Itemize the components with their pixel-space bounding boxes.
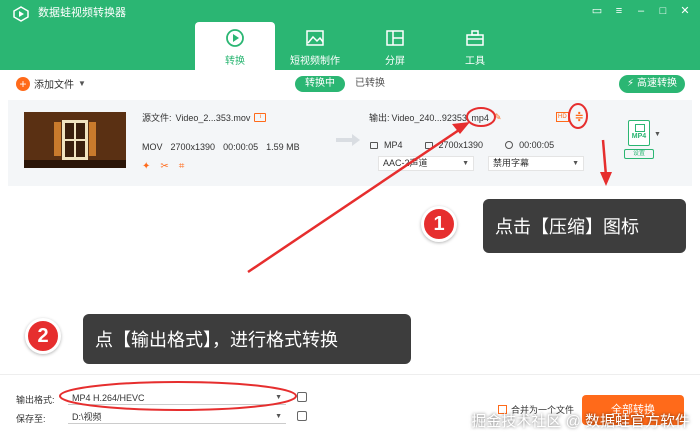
source-meta: MOV 2700x1390 00:00:05 1.59 MB	[142, 142, 300, 152]
app-logo-icon	[13, 6, 29, 22]
output-actions: HD ≑	[556, 110, 584, 123]
clock-icon	[505, 141, 514, 149]
tab-short-video[interactable]: 短视频制作	[275, 22, 355, 70]
tab-label: 分屏	[385, 56, 405, 67]
subtitle-select[interactable]: 禁用字幕 ▼	[488, 156, 584, 171]
format-settings-button[interactable]: 设置	[624, 149, 654, 159]
app-title: 数据蛙视频转换器	[38, 7, 126, 19]
output-duration: 00:00:05	[519, 140, 555, 150]
annotation-badge-2: 2	[25, 318, 61, 354]
source-label: 源文件:	[142, 113, 172, 123]
chevron-down-icon: ▼	[275, 413, 282, 420]
output-format-value: MP4 H.264/HEVC	[72, 393, 145, 403]
watermark: 掘金技术社区 @ 数据蛙官方软件	[471, 413, 690, 430]
audio-value: AAC-2声道	[383, 158, 428, 168]
chevron-down-icon: ▼	[275, 394, 282, 401]
audio-select[interactable]: AAC-2声道 ▼	[378, 156, 474, 171]
main-panel: + 添加文件 ▼ 转换中 已转换 ⚡ 高速转换 源文件: Video_2...3…	[0, 70, 700, 443]
compress-icon[interactable]: ≑	[575, 110, 584, 123]
annotation-callout-1: 点击【压缩】图标	[483, 199, 686, 253]
source-resolution: 2700x1390	[170, 142, 216, 152]
toolbox-icon	[466, 30, 484, 46]
source-file: 源文件: Video_2...353.mov i	[142, 111, 267, 124]
close-icon[interactable]: ✕	[678, 4, 692, 18]
title-bar: 数据蛙视频转换器 ▭ ≡ – □ ✕ 转换 短视频制作 分屏 工具	[0, 0, 700, 70]
chevron-down-icon: ▼	[462, 160, 469, 167]
output-format: MP4	[384, 140, 403, 150]
lightning-icon: ⚡	[626, 78, 634, 89]
tab-label: 转换	[225, 56, 245, 67]
add-file-label: 添加文件	[34, 80, 74, 91]
output-label: 输出:	[369, 113, 390, 123]
chevron-down-icon: ▼	[572, 160, 579, 167]
save-path-select[interactable]: D:\视频 ▼	[68, 410, 286, 424]
output-format-item: MP4	[370, 140, 403, 150]
tab-converting[interactable]: 转换中	[295, 76, 345, 92]
tab-convert[interactable]: 转换	[195, 22, 275, 70]
convert-icon	[226, 29, 244, 47]
window-controls: ▭ ≡ – □ ✕	[590, 4, 692, 18]
tab-converted[interactable]: 已转换	[345, 76, 395, 92]
output-duration-item: 00:00:05	[505, 140, 554, 150]
scissors-icon[interactable]: ✂	[160, 161, 168, 172]
magic-wand-icon[interactable]: ✦	[142, 161, 150, 172]
output-extension: mp4	[471, 112, 489, 123]
output-selects: AAC-2声道 ▼ 禁用字幕 ▼	[378, 156, 584, 171]
output-filename: Video_240...92353.	[391, 112, 470, 123]
chat-icon[interactable]: ▭	[590, 4, 604, 18]
annotation-callout-2: 点【输出格式】，进行格式转换	[83, 314, 411, 364]
chevron-down-icon[interactable]: ▼	[654, 131, 661, 138]
split-screen-icon	[386, 30, 404, 46]
tab-tools[interactable]: 工具	[435, 22, 515, 70]
output-format-label: 输出格式:	[16, 395, 55, 405]
fast-convert-label: 高速转换	[637, 78, 677, 89]
edit-tools: ✦ ✂ ⌗	[142, 161, 184, 172]
annotation-badge-1: 1	[421, 206, 457, 242]
folder-icon[interactable]	[297, 411, 307, 421]
crop-icon[interactable]: ⌗	[179, 161, 185, 172]
mp4-format-icon: MP4	[628, 120, 650, 146]
fast-convert-button[interactable]: ⚡ 高速转换	[618, 75, 685, 93]
conversion-status-toggle: 转换中 已转换	[295, 76, 395, 92]
menu-icon[interactable]: ≡	[612, 4, 626, 18]
output-format-select[interactable]: MP4 H.264/HEVC ▼	[68, 391, 286, 405]
output-resolution: 2700x1390	[438, 140, 484, 150]
tab-label: 短视频制作	[290, 56, 340, 67]
minimize-icon[interactable]: –	[634, 4, 648, 18]
save-path-value: D:\视频	[72, 412, 102, 422]
film-icon	[370, 141, 378, 149]
subtitle-value: 禁用字幕	[493, 158, 530, 168]
main-tabs: 转换 短视频制作 分屏 工具	[195, 22, 515, 70]
output-format-picker[interactable]: MP4 设置	[624, 120, 654, 164]
file-row[interactable]: 源文件: Video_2...353.mov i MOV 2700x1390 0…	[8, 100, 692, 186]
pencil-icon[interactable]: ✎	[494, 112, 502, 123]
save-to-label: 保存至:	[16, 414, 46, 424]
format-settings-icon[interactable]	[297, 392, 307, 402]
output-file: 输出: Video_240...92353. mp4 ✎	[369, 111, 501, 124]
arrow-right-icon	[336, 134, 360, 146]
source-duration: 00:00:05	[223, 142, 259, 152]
source-size: 1.59 MB	[266, 142, 300, 152]
resolution-icon	[424, 141, 433, 149]
bottom-bar: 输出格式: MP4 H.264/HEVC ▼ 保存至: D:\视频 ▼ 合并为一…	[0, 374, 700, 443]
output-meta: MP4 2700x1390 00:00:05	[370, 140, 554, 150]
source-format: MOV	[142, 142, 163, 152]
tab-split-screen[interactable]: 分屏	[355, 22, 435, 70]
image-icon	[306, 30, 324, 46]
source-filename: Video_2...353.mov	[175, 112, 251, 123]
hd-icon[interactable]: HD	[556, 111, 569, 122]
info-icon[interactable]: i	[254, 113, 267, 122]
maximize-icon[interactable]: □	[656, 4, 670, 18]
chevron-down-icon[interactable]: ▼	[78, 79, 86, 88]
plus-icon: +	[16, 76, 30, 91]
add-file-button[interactable]: + 添加文件 ▼	[16, 76, 86, 91]
annotation-text: 点击【压缩】图标	[495, 217, 639, 237]
video-thumbnail[interactable]	[24, 112, 126, 168]
annotation-text: 点【输出格式】，进行格式转换	[95, 330, 338, 350]
output-resolution-item: 2700x1390	[424, 140, 484, 150]
toolbar: + 添加文件 ▼ 转换中 已转换 ⚡ 高速转换	[0, 70, 700, 100]
tab-label: 工具	[465, 56, 485, 67]
